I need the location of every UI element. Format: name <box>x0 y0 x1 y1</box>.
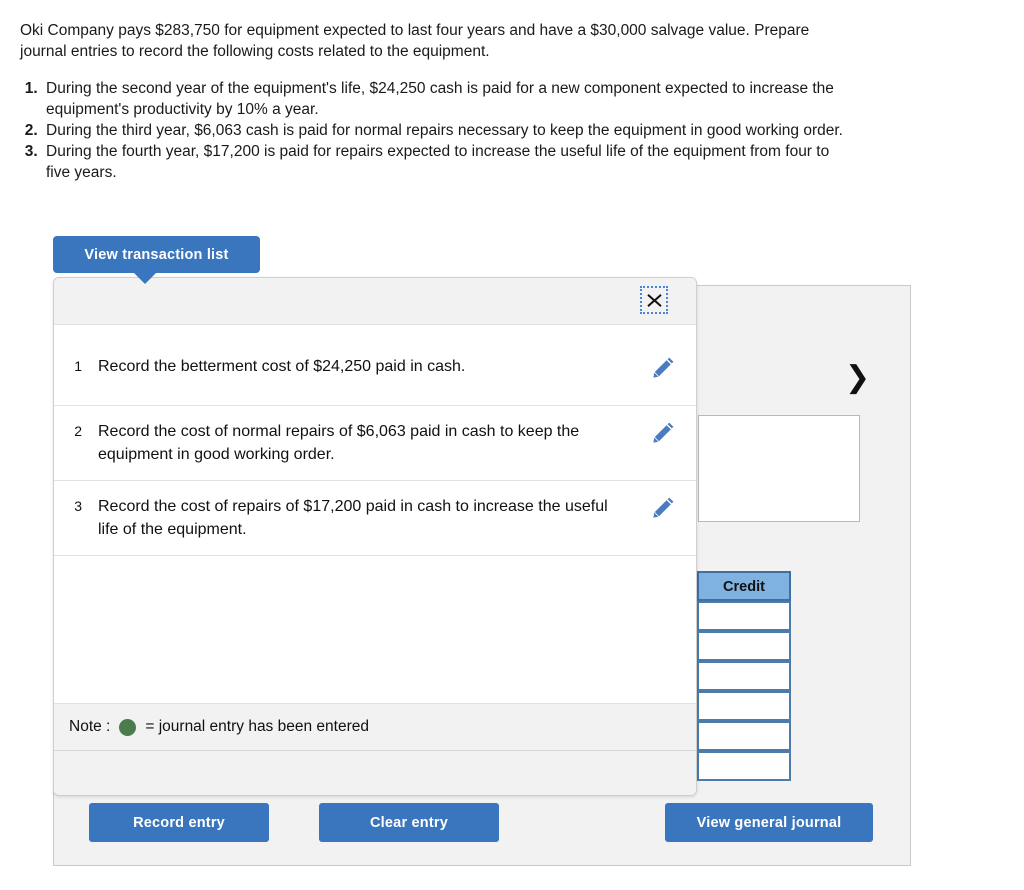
entered-status-dot <box>119 718 137 736</box>
transaction-number: 3 <box>74 498 82 514</box>
record-entry-label: Record entry <box>133 814 225 831</box>
transaction-list: 1 Record the betterment cost of $24,250 … <box>54 325 696 752</box>
view-transaction-list-label: View transaction list <box>84 246 229 263</box>
transaction-description: Record the cost of repairs of $17,200 pa… <box>98 498 608 538</box>
credit-column-header: Credit <box>697 571 791 601</box>
transaction-list-popover: 1 Record the betterment cost of $24,250 … <box>53 277 697 796</box>
popover-pointer-notch <box>133 272 157 284</box>
problem-list-item: During the fourth year, $17,200 is paid … <box>42 141 850 183</box>
popover-header <box>54 278 696 325</box>
view-transaction-list-button[interactable]: View transaction list <box>53 236 260 284</box>
transaction-description: Record the cost of normal repairs of $6,… <box>98 423 580 463</box>
popover-footer <box>54 750 696 795</box>
problem-intro: Oki Company pays $283,750 for equipment … <box>20 22 810 60</box>
transaction-row[interactable]: 2 Record the cost of normal repairs of $… <box>54 406 696 481</box>
record-entry-button[interactable]: Record entry <box>89 803 269 842</box>
legend-note-suffix: = journal entry has been entered <box>145 718 369 735</box>
transaction-number: 2 <box>74 423 82 439</box>
next-entry-chevron-icon[interactable]: ❯ <box>845 363 870 393</box>
problem-list-item: During the third year, $6,063 cash is pa… <box>42 120 850 141</box>
credit-cell[interactable] <box>697 721 791 751</box>
pencil-icon[interactable] <box>632 355 696 378</box>
credit-cell[interactable] <box>697 601 791 631</box>
transaction-row[interactable]: 3 Record the cost of repairs of $17,200 … <box>54 481 696 556</box>
clear-entry-label: Clear entry <box>370 814 448 831</box>
transaction-row[interactable]: 1 Record the betterment cost of $24,250 … <box>54 325 696 406</box>
legend-note: Note : = journal entry has been entered <box>54 703 696 750</box>
pencil-icon[interactable] <box>632 495 696 518</box>
problem-statement: Oki Company pays $283,750 for equipment … <box>20 20 850 183</box>
credit-cell[interactable] <box>697 631 791 661</box>
view-general-journal-button[interactable]: View general journal <box>665 803 873 842</box>
credit-cell[interactable] <box>697 691 791 721</box>
memo-textarea[interactable] <box>698 415 860 522</box>
transaction-description: Record the betterment cost of $24,250 pa… <box>98 358 466 375</box>
view-general-journal-label: View general journal <box>696 814 842 831</box>
problem-list: During the second year of the equipment'… <box>20 78 850 183</box>
clear-entry-button[interactable]: Clear entry <box>319 803 499 842</box>
pencil-icon[interactable] <box>632 420 696 443</box>
credit-cell[interactable] <box>697 661 791 691</box>
transaction-number: 1 <box>74 358 82 374</box>
credit-column: Credit <box>697 571 791 781</box>
close-icon[interactable] <box>640 286 668 314</box>
credit-cell[interactable] <box>697 751 791 781</box>
legend-note-prefix: Note : <box>69 718 111 735</box>
problem-list-item: During the second year of the equipment'… <box>42 78 850 120</box>
